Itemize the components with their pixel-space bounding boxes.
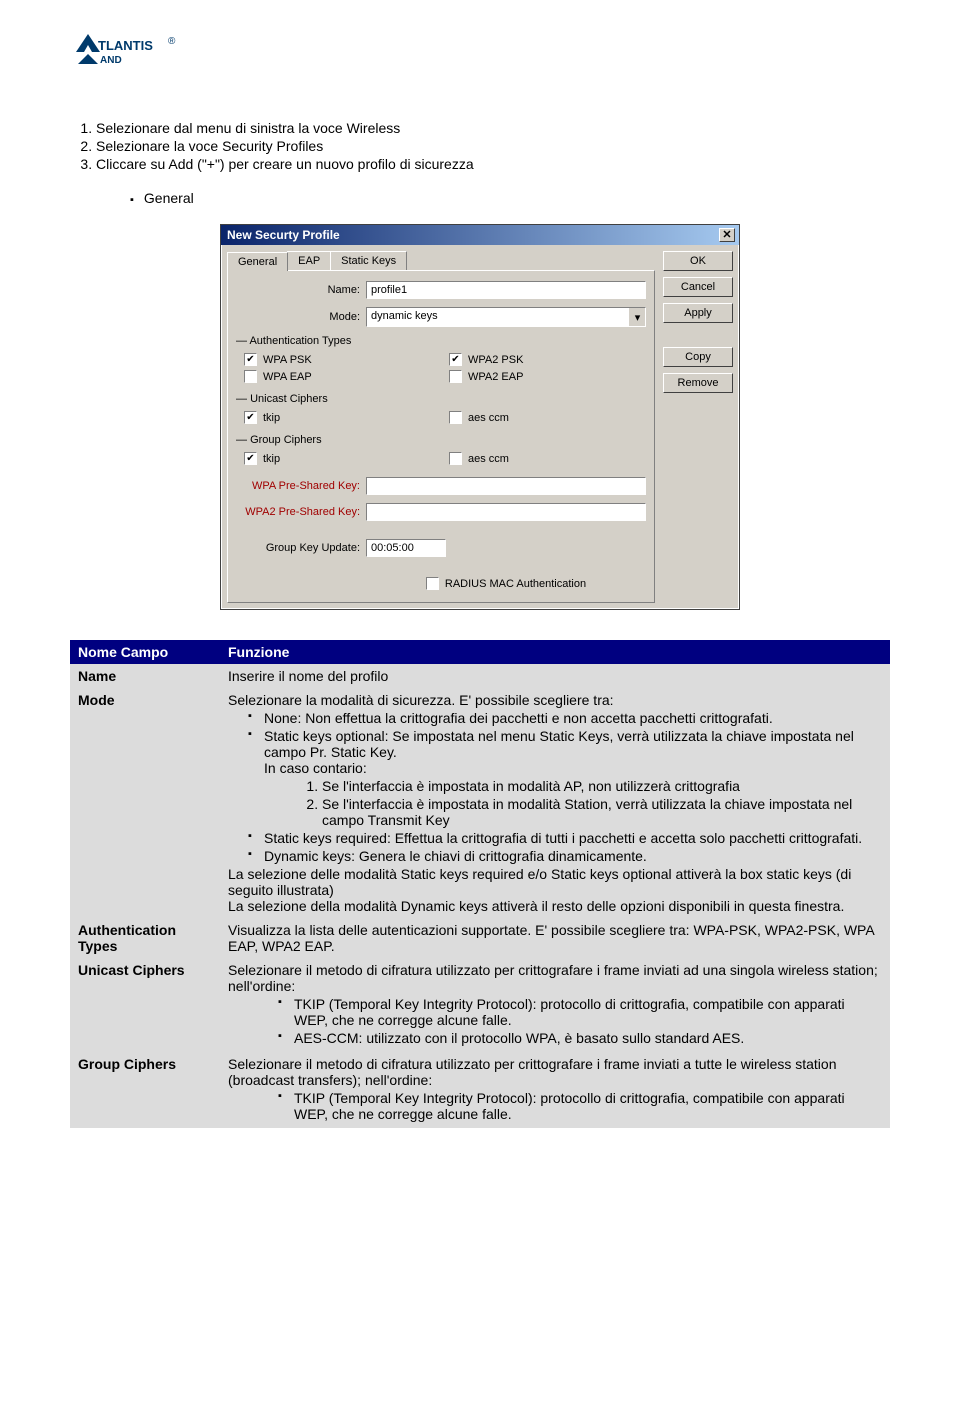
check-radius-mac[interactable]: RADIUS MAC Authentication [236,575,646,592]
apply-button[interactable]: Apply [663,303,733,323]
group-auth-types: — Authentication Types [236,335,646,347]
check-wpa-eap[interactable]: WPA EAP [236,368,441,385]
group-group-ciphers: — Group Ciphers [236,434,646,446]
group-unicast: — Unicast Ciphers [236,393,646,405]
security-profile-dialog: New Securty Profile ✕ General EAP Static… [220,224,740,610]
dialog-titlebar: New Securty Profile ✕ [221,225,739,245]
svg-text:AND: AND [100,55,122,66]
section-bullet-item: General [130,190,890,206]
step-item: Cliccare su Add ("+") per creare un nuov… [96,156,890,172]
row-desc: Selezionare il metodo di cifratura utili… [220,1052,890,1128]
label-mode: Mode: [236,311,366,323]
wpa-psk-input[interactable] [366,477,646,495]
row-desc: Visualizza la lista delle autenticazioni… [220,918,890,958]
remove-button[interactable]: Remove [663,373,733,393]
checkbox-icon [449,353,462,366]
tab-panel-general: Name: Mode: dynamic keys ▾ — Authenticat… [227,270,655,603]
instruction-steps: Selezionare dal menu di sinistra la voce… [70,120,890,172]
logo-text: TLANTIS [98,38,153,53]
check-group-tkip[interactable]: tkip [236,450,441,467]
check-wpa-psk[interactable]: WPA PSK [236,351,441,368]
check-unicast-tkip[interactable]: tkip [236,409,441,426]
brand-logo: TLANTIS ® AND [70,30,890,80]
label-group-key-update: Group Key Update: [236,542,366,554]
tab-static-keys[interactable]: Static Keys [330,251,407,270]
row-desc: Selezionare il metodo di cifratura utili… [220,958,890,1052]
check-wpa2-psk[interactable]: WPA2 PSK [441,351,646,368]
row-label: Name [70,664,220,688]
dialog-title: New Securty Profile [227,228,340,242]
chevron-down-icon: ▾ [629,308,645,326]
svg-text:®: ® [168,36,176,47]
row-label: Unicast Ciphers [70,958,220,1052]
checkbox-icon [244,370,257,383]
mode-select[interactable]: dynamic keys ▾ [366,307,646,327]
step-item: Selezionare la voce Security Profiles [96,138,890,154]
close-icon: ✕ [722,230,731,241]
group-key-update-input[interactable] [366,539,446,557]
wpa2-psk-input[interactable] [366,503,646,521]
tabs-row: General EAP Static Keys [227,251,655,270]
checkbox-icon [244,411,257,424]
close-button[interactable]: ✕ [719,228,735,242]
name-input[interactable] [366,281,646,299]
table-row: Mode Selezionare la modalità di sicurezz… [70,688,890,918]
check-unicast-aes[interactable]: aes ccm [441,409,646,426]
th-name: Nome Campo [70,640,220,664]
checkbox-icon [449,370,462,383]
table-row: Name Inserire il nome del profilo [70,664,890,688]
checkbox-icon [449,452,462,465]
copy-button[interactable]: Copy [663,347,733,367]
label-wpa2-psk-key: WPA2 Pre-Shared Key: [236,506,366,518]
step-item: Selezionare dal menu di sinistra la voce… [96,120,890,136]
row-label: Mode [70,688,220,918]
section-bullet: General [130,190,890,206]
field-description-table: Nome Campo Funzione Name Inserire il nom… [70,640,890,1128]
table-row: Group Ciphers Selezionare il metodo di c… [70,1052,890,1128]
mode-value: dynamic keys [367,308,629,326]
tab-eap[interactable]: EAP [287,251,331,270]
label-name: Name: [236,284,366,296]
check-wpa2-eap[interactable]: WPA2 EAP [441,368,646,385]
tab-general[interactable]: General [227,252,288,271]
check-group-aes[interactable]: aes ccm [441,450,646,467]
checkbox-icon [426,577,439,590]
row-label: Group Ciphers [70,1052,220,1128]
table-row: Authentication Types Visualizza la lista… [70,918,890,958]
checkbox-icon [244,452,257,465]
th-func: Funzione [220,640,890,664]
ok-button[interactable]: OK [663,251,733,271]
checkbox-icon [244,353,257,366]
row-label: Authentication Types [70,918,220,958]
table-row: Unicast Ciphers Selezionare il metodo di… [70,958,890,1052]
row-desc: Inserire il nome del profilo [220,664,890,688]
row-desc: Selezionare la modalità di sicurezza. E'… [220,688,890,918]
label-wpa-psk-key: WPA Pre-Shared Key: [236,480,366,492]
checkbox-icon [449,411,462,424]
cancel-button[interactable]: Cancel [663,277,733,297]
